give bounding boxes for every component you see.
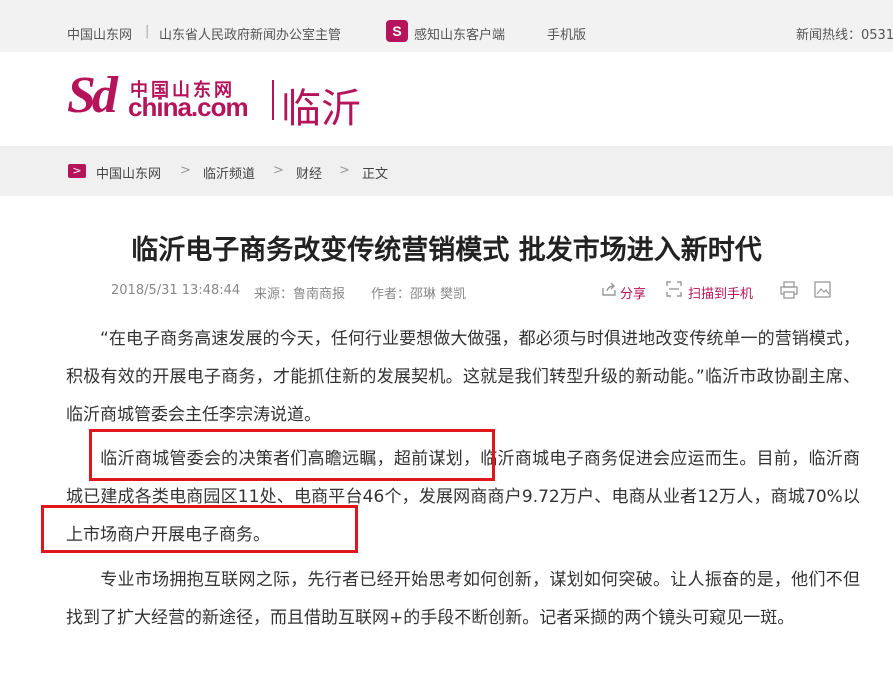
breadcrumb-home[interactable]: 中国山东网 <box>96 163 161 182</box>
breadcrumb-current: 正文 <box>362 167 389 182</box>
article-title: 临沂电子商务改变传统营销模式 批发市场进入新时代 <box>131 235 762 266</box>
topbar-divider: | <box>145 24 150 39</box>
site-link[interactable]: 中国山东网 <box>67 24 132 43</box>
hotline-text: 新闻热线：0531 <box>796 28 893 43</box>
breadcrumb-sep: > <box>180 163 191 178</box>
logo-domain: china.com <box>128 92 249 122</box>
channel-name[interactable]: 临沂 <box>281 76 361 134</box>
article-author: 作者：邵琳 樊凯 <box>371 287 467 302</box>
article-source: 来源：鲁南商报 <box>254 287 346 302</box>
breadcrumb-sep: > <box>273 163 284 178</box>
breadcrumb-finance[interactable]: 财经 <box>296 163 322 182</box>
article-datetime: 2018/5/31 13:48:44 <box>111 283 241 298</box>
paragraph-1: “在电子商务高速发展的今天，任何行业要想做大做强，都必须与时俱进地改变传统单一的… <box>66 329 860 425</box>
breadcrumb-arrow-icon: > <box>68 164 86 178</box>
logo-divider <box>272 80 274 120</box>
image-icon[interactable] <box>814 281 831 302</box>
breadcrumb-sep: > <box>339 163 350 178</box>
top-bar: 中国山东网 | 山东省人民政府新闻办公室主管 S 感知山东客户端 手机版 新闻热… <box>0 0 893 52</box>
qr-scan-icon[interactable] <box>666 281 682 301</box>
paragraph-3: 专业市场拥抱互联网之际，先行者已经开始思考如何创新，谋划如何突破。让人振奋的是，… <box>66 570 860 628</box>
app-logo-icon[interactable]: S <box>386 20 408 42</box>
highlight-box-percentage <box>41 505 358 553</box>
mobile-link[interactable]: 手机版 <box>547 24 586 43</box>
breadcrumb-channel[interactable]: 临沂频道 <box>203 163 255 182</box>
host-text: 山东省人民政府新闻办公室主管 <box>159 28 342 43</box>
logo-mark: Sd <box>67 67 118 124</box>
print-icon[interactable] <box>780 281 798 303</box>
app-link[interactable]: 感知山东客户端 <box>414 24 505 43</box>
highlight-box-decision-makers <box>89 429 495 481</box>
share-button[interactable]: 分享 <box>620 283 646 302</box>
share-icon[interactable] <box>601 281 617 301</box>
scan-to-phone-button[interactable]: 扫描到手机 <box>688 283 753 302</box>
